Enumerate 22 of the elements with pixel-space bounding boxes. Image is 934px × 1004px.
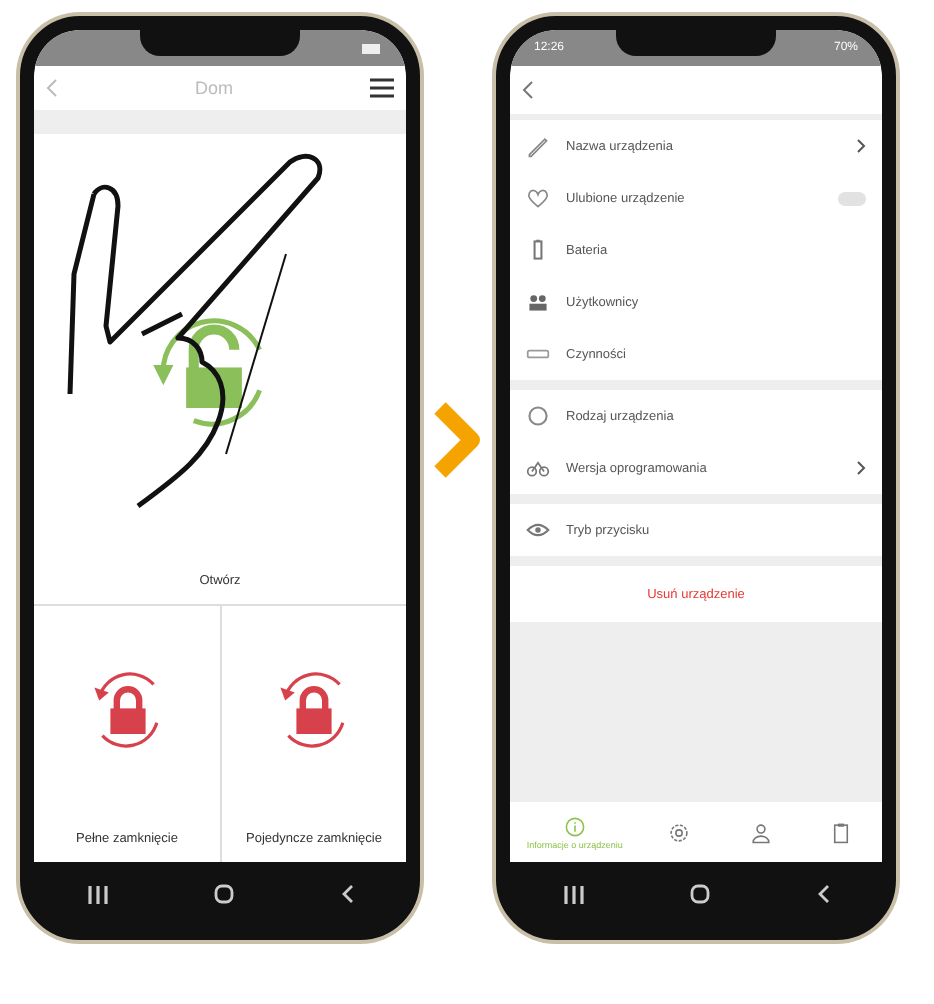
screen-title: Dom [194,78,233,98]
back-icon[interactable] [339,884,353,904]
bicycle-icon [526,456,550,480]
chevron-right-icon[interactable] [856,138,866,154]
home-icon[interactable] [213,884,233,904]
heart-icon [526,186,550,210]
chevron-right-icon[interactable] [856,460,866,476]
recent-apps-icon[interactable] [87,885,107,903]
menu-icon[interactable] [369,78,394,98]
pencil-icon [526,134,550,158]
clipboard-icon [830,821,853,843]
settings-icon [668,821,691,843]
home-icon[interactable] [689,884,709,904]
battery-status-icon [362,43,382,53]
eye-icon [526,518,550,542]
person-icon [749,821,772,843]
back-icon[interactable] [815,884,829,904]
users-icon [526,290,550,314]
circle-icon [526,404,550,428]
info-icon [563,815,586,837]
recent-apps-icon[interactable] [563,885,583,903]
favorite-toggle[interactable] [838,191,866,205]
